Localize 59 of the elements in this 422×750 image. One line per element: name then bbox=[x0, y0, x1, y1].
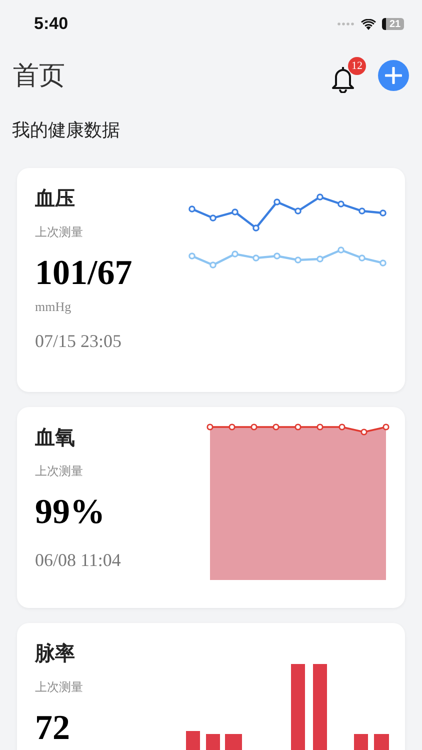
wifi-icon bbox=[361, 18, 376, 30]
data-point bbox=[228, 424, 236, 430]
data-point bbox=[232, 250, 238, 258]
section-title: 我的健康数据 bbox=[11, 119, 121, 142]
bar bbox=[354, 734, 368, 750]
data-point bbox=[232, 208, 238, 216]
data-point bbox=[206, 424, 214, 430]
data-point bbox=[338, 246, 344, 254]
health-card[interactable]: 血氧 上次测量 99% 06/08 11:04 bbox=[17, 407, 405, 608]
reading-value: 72 bbox=[35, 708, 70, 748]
card-subtitle: 上次测量 bbox=[35, 679, 83, 696]
card-title: 血压 bbox=[35, 185, 75, 212]
notification-badge: 12 bbox=[348, 57, 366, 75]
data-point bbox=[382, 424, 390, 430]
data-point bbox=[272, 424, 280, 430]
data-point bbox=[316, 424, 324, 430]
data-point bbox=[316, 194, 324, 200]
data-point bbox=[250, 424, 258, 430]
card-subtitle: 上次测量 bbox=[35, 463, 83, 480]
data-point bbox=[274, 198, 280, 206]
status-time: 5:40 bbox=[34, 14, 68, 34]
data-point bbox=[338, 200, 344, 208]
notification-button[interactable]: 12 bbox=[330, 57, 366, 93]
data-point bbox=[294, 208, 302, 214]
data-point bbox=[188, 252, 196, 260]
card-title: 脉率 bbox=[35, 640, 75, 667]
reading-time: 07/15 23:05 bbox=[35, 331, 122, 352]
reading-unit: mmHg bbox=[35, 299, 72, 315]
bar bbox=[206, 734, 220, 750]
data-point bbox=[360, 428, 368, 436]
data-point bbox=[188, 206, 196, 212]
data-point bbox=[274, 252, 280, 260]
data-point bbox=[210, 262, 216, 268]
bar bbox=[374, 734, 389, 750]
page-title: 首页 bbox=[13, 60, 65, 92]
card-title: 血氧 bbox=[35, 424, 75, 451]
reading-value: 101/67 bbox=[35, 253, 132, 293]
bar bbox=[186, 731, 200, 750]
data-point bbox=[380, 210, 386, 216]
reading-value: 99% bbox=[35, 492, 105, 532]
health-card[interactable]: 脉率 上次测量 72 bbox=[17, 623, 405, 750]
plus-icon bbox=[385, 66, 402, 84]
add-button[interactable] bbox=[378, 60, 409, 90]
data-point bbox=[338, 424, 346, 430]
reading-time: 06/08 11:04 bbox=[35, 550, 121, 571]
bar bbox=[225, 734, 242, 750]
health-card[interactable]: 血压 上次测量 101/67 mmHg 07/15 23:05 bbox=[17, 168, 405, 392]
data-point bbox=[210, 214, 216, 222]
data-point bbox=[358, 208, 366, 214]
card-subtitle: 上次测量 bbox=[35, 224, 83, 241]
data-point bbox=[358, 254, 366, 262]
data-point bbox=[380, 260, 386, 266]
data-point bbox=[316, 256, 324, 262]
data-point bbox=[294, 424, 302, 430]
data-point bbox=[252, 224, 260, 232]
data-point bbox=[252, 254, 260, 262]
signal-icon bbox=[337, 22, 355, 26]
data-point bbox=[294, 256, 302, 264]
battery-level: 21 bbox=[382, 18, 404, 30]
